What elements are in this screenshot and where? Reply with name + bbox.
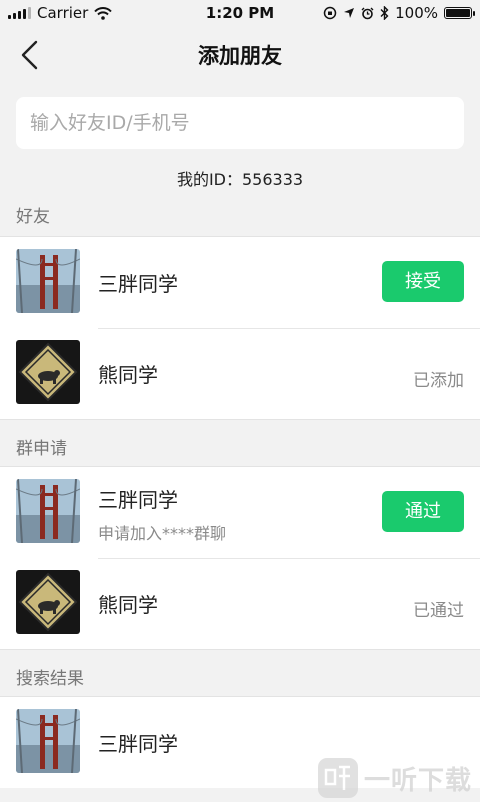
friend-name: 熊同学 — [98, 363, 158, 387]
battery-icon — [444, 7, 475, 19]
list-item[interactable]: 三胖同学 接受 — [0, 237, 480, 328]
battery-percent: 100% — [395, 4, 438, 22]
orientation-lock-icon — [323, 6, 337, 20]
avatar — [16, 249, 80, 313]
location-icon — [344, 8, 355, 18]
watermark-text: 一听下载 — [363, 765, 472, 796]
section-header-friends: 好友 — [16, 207, 50, 227]
requester-name: 三胖同学 — [98, 488, 178, 512]
status-approved: 已通过 — [413, 601, 464, 621]
requester-name: 熊同学 — [98, 593, 158, 617]
watermark-logo-icon — [317, 758, 358, 798]
group-requests-list: 三胖同学 申请加入****群聊 通过 熊同学 已通过 — [0, 466, 480, 650]
list-item[interactable]: 三胖同学 申请加入****群聊 通过 — [0, 467, 480, 558]
status-right: 100% — [323, 4, 475, 22]
list-item[interactable]: 熊同学 已通过 — [0, 558, 480, 649]
avatar — [16, 709, 80, 773]
avatar — [16, 340, 80, 404]
my-id-label: 我的ID：556333 — [176, 170, 304, 189]
watermark: 一听下载 — [317, 758, 472, 798]
accept-button[interactable]: 接受 — [382, 261, 464, 302]
request-detail: 申请加入****群聊 — [98, 524, 227, 543]
status-added: 已添加 — [413, 371, 464, 391]
status-bar: Carrier 1:20 PM 100% — [0, 0, 480, 28]
result-name: 三胖同学 — [98, 732, 178, 756]
list-item[interactable]: 熊同学 已添加 — [0, 328, 480, 419]
search-input[interactable] — [16, 97, 464, 149]
approve-button[interactable]: 通过 — [382, 491, 464, 532]
nav-bar: 添加朋友 — [0, 28, 480, 80]
page-title: 添加朋友 — [198, 44, 282, 68]
friends-list: 三胖同学 接受 熊同学 已添加 — [0, 236, 480, 420]
alarm-icon — [361, 7, 374, 19]
avatar — [16, 570, 80, 634]
avatar — [16, 479, 80, 543]
bluetooth-icon — [380, 6, 389, 20]
friend-name: 三胖同学 — [98, 272, 178, 296]
